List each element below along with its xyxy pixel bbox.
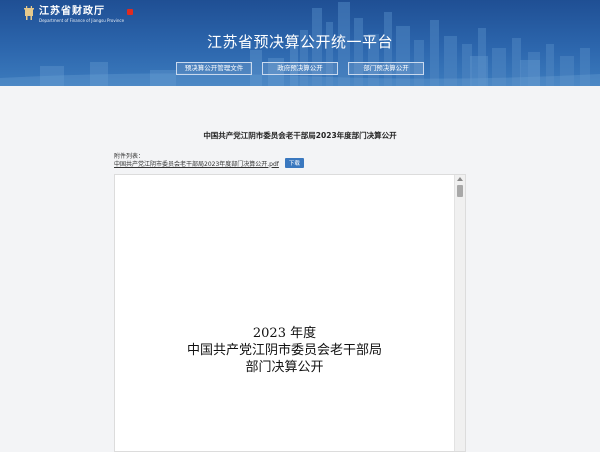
- nav-department-budget-disclosure[interactable]: 部门预决算公开: [348, 62, 424, 75]
- main-nav: 预决算公开管理文件 政府预决算公开 部门预决算公开: [0, 62, 600, 75]
- logo-english-name: Department of Finance of Jiangsu Provinc…: [39, 18, 125, 23]
- pdf-cover-subtitle: 部门决算公开: [245, 360, 324, 375]
- site-logo[interactable]: 江苏省财政厅 Department of Finance of Jiangsu …: [24, 6, 134, 24]
- logo-chinese-name: 江苏省财政厅: [39, 6, 105, 17]
- document-title: 中国共产党江阴市委员会老干部局2023年度部门决算公开: [203, 131, 397, 140]
- logo-text-block: 江苏省财政厅 Department of Finance of Jiangsu …: [39, 6, 124, 24]
- red-seal-icon: [127, 9, 134, 15]
- nav-government-budget-disclosure[interactable]: 政府预决算公开: [262, 62, 338, 75]
- attachment-file-link[interactable]: 中国共产党江阴市委员会老干部局2023年度部门决算公开.pdf: [114, 159, 279, 168]
- pdf-cover-organization: 中国共产党江阴市委员会老干部局: [186, 343, 382, 358]
- platform-title: 江苏省预决算公开统一平台: [206, 33, 393, 51]
- pdf-viewer[interactable]: 2023 年度 中国共产党江阴市委员会老干部局 部门决算公开: [114, 174, 466, 452]
- scrollbar-thumb[interactable]: [457, 185, 463, 197]
- scroll-up-arrow-icon[interactable]: [457, 177, 463, 181]
- pdf-cover-year: 2023 年度: [252, 326, 317, 341]
- pdf-scrollbar[interactable]: [454, 175, 465, 451]
- attachment-row: 中国共产党江阴市委员会老干部局2023年度部门决算公开.pdf 下载: [114, 158, 304, 168]
- site-header: 江苏省财政厅 Department of Finance of Jiangsu …: [0, 0, 600, 86]
- download-button[interactable]: 下载: [284, 158, 304, 168]
- ding-emblem-icon: [24, 6, 34, 20]
- nav-budget-management-files[interactable]: 预决算公开管理文件: [176, 62, 252, 75]
- pdf-cover-text: 2023 年度 中国共产党江阴市委员会老干部局 部门决算公开: [115, 325, 454, 376]
- pdf-page: 2023 年度 中国共产党江阴市委员会老干部局 部门决算公开: [115, 175, 454, 451]
